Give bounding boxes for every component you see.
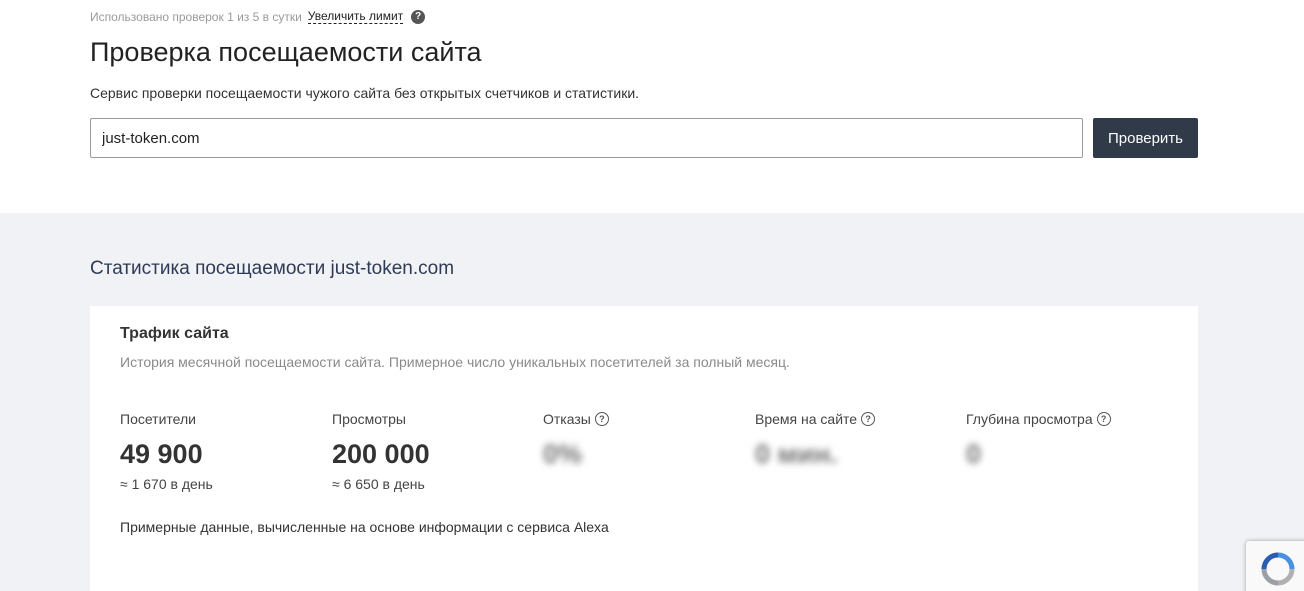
- metric-label: Время на сайте: [755, 411, 858, 427]
- increase-limit-link[interactable]: Увеличить лимит: [307, 9, 404, 24]
- metric-bounce: Отказы ? 0%: [543, 411, 743, 470]
- card-description: История месячной посещаемости сайта. При…: [120, 354, 790, 370]
- metric-visitors: Посетители 49 900 ≈ 1 670 в день: [120, 411, 320, 492]
- metric-label: Просмотры: [332, 411, 406, 427]
- recaptcha-badge[interactable]: [1246, 541, 1304, 591]
- metric-value-blurred: 0 мин.: [755, 439, 838, 469]
- metric-label: Отказы: [543, 411, 591, 427]
- help-icon[interactable]: ?: [1096, 412, 1111, 426]
- check-button[interactable]: Проверить: [1093, 118, 1198, 158]
- help-icon[interactable]: ?: [411, 9, 426, 24]
- metric-daily: ≈ 1 670 в день: [120, 476, 213, 492]
- check-limit-bar: Использовано проверок 1 из 5 в сутки Уве…: [90, 9, 426, 24]
- metric-value-blurred: 0: [966, 439, 982, 469]
- usage-text: Использовано проверок 1 из 5 в сутки: [90, 9, 302, 24]
- help-icon[interactable]: ?: [861, 412, 876, 426]
- metric-time-on-site: Время на сайте ? 0 мин.: [755, 411, 955, 470]
- help-icon[interactable]: ?: [594, 412, 609, 426]
- metric-value: 200 000: [332, 439, 430, 469]
- metric-value: 49 900: [120, 439, 203, 469]
- metric-value-blurred: 0%: [543, 439, 583, 469]
- metric-label: Глубина просмотра: [966, 411, 1093, 427]
- metric-daily: ≈ 6 650 в день: [332, 476, 425, 492]
- metric-label: Посетители: [120, 411, 196, 427]
- metric-depth: Глубина просмотра ? 0: [966, 411, 1166, 470]
- stats-heading: Статистика посещаемости just-token.com: [90, 258, 455, 279]
- check-form-section: Использовано проверок 1 из 5 в сутки Уве…: [0, 0, 1304, 213]
- traffic-card: Трафик сайта История месячной посещаемос…: [90, 306, 1198, 591]
- site-url-input[interactable]: [90, 118, 1083, 158]
- recaptcha-icon: [1261, 552, 1295, 586]
- page-subtitle: Сервис проверки посещаемости чужого сайт…: [90, 85, 640, 101]
- card-title: Трафик сайта: [120, 325, 229, 342]
- stats-section: Статистика посещаемости just-token.com Т…: [0, 213, 1304, 591]
- page-title: Проверка посещаемости сайта: [90, 37, 482, 67]
- metric-pageviews: Просмотры 200 000 ≈ 6 650 в день: [332, 411, 532, 492]
- data-source-note: Примерные данные, вычисленные на основе …: [120, 519, 609, 535]
